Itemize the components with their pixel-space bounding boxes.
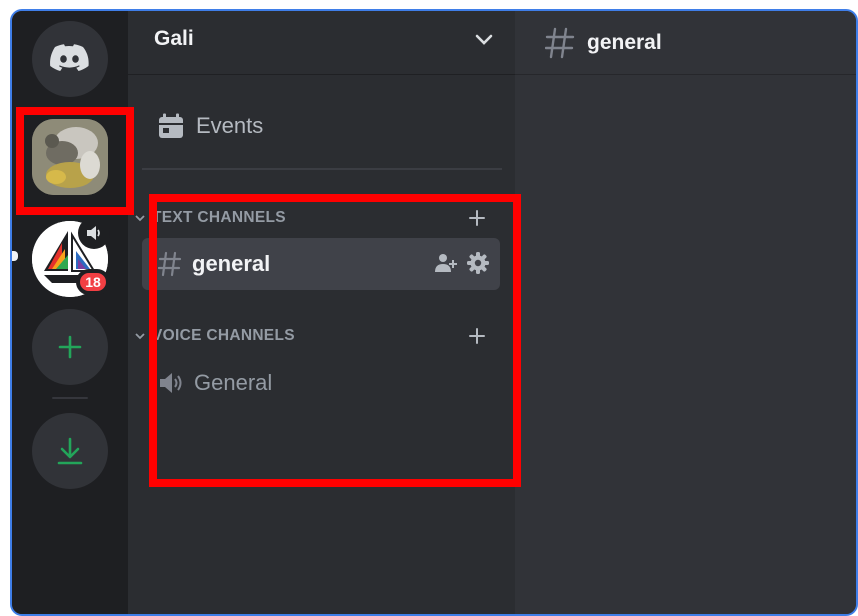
plus-icon[interactable]: [468, 209, 486, 232]
server-rail: 18: [12, 11, 128, 614]
voice-activity-badge: [78, 217, 110, 249]
add-member-icon[interactable]: [434, 252, 458, 274]
chat-header: general: [515, 11, 856, 75]
channel-sidebar: Gali Events TEXT CHANNELS general VOICE …: [128, 11, 515, 614]
category-label: TEXT CHANNELS: [152, 209, 286, 226]
category-label: VOICE CHANNELS: [152, 327, 295, 344]
chat-area: general: [515, 11, 856, 614]
mention-badge: 18: [76, 269, 110, 295]
voice-channel-general[interactable]: General: [142, 357, 500, 409]
speaker-icon: [87, 226, 100, 240]
plus-icon[interactable]: [468, 327, 486, 350]
channel-name: general: [192, 251, 271, 276]
download-icon: [57, 437, 83, 465]
events-link[interactable]: Events: [158, 109, 263, 143]
server-name: Gali: [154, 27, 194, 50]
chat-title: general: [587, 30, 662, 54]
chevron-down-icon[interactable]: [475, 33, 493, 51]
rail-divider: [52, 397, 88, 399]
events-label: Events: [196, 113, 264, 138]
channel-name: General: [194, 370, 273, 395]
add-server-button[interactable]: [32, 309, 108, 385]
server-header[interactable]: Gali: [128, 11, 515, 75]
plus-icon: [58, 335, 82, 359]
app-window: 18 Gali Events TEXT CHANNELS general VOI…: [10, 9, 858, 616]
hash-icon: [158, 251, 182, 277]
server-icon-pride[interactable]: 18: [32, 217, 110, 297]
channel-general[interactable]: general: [142, 238, 500, 290]
section-divider: [142, 168, 502, 170]
speaker-icon: [160, 373, 182, 393]
channel-tools: [434, 251, 490, 275]
gear-icon[interactable]: [466, 251, 490, 275]
category-text-channels[interactable]: TEXT CHANNELS: [134, 206, 494, 230]
chevron-down-icon: [135, 333, 145, 340]
chevron-down-icon: [135, 215, 145, 222]
home-button[interactable]: [32, 21, 108, 97]
unread-indicator: [12, 251, 18, 261]
download-apps-button[interactable]: [32, 413, 108, 489]
discord-logo-icon: [50, 44, 89, 71]
category-voice-channels[interactable]: VOICE CHANNELS: [134, 324, 494, 348]
server-photo-icon: [32, 119, 108, 195]
server-icon-gali[interactable]: [32, 119, 108, 195]
calendar-icon: [159, 113, 183, 138]
hash-icon: [545, 27, 575, 58]
